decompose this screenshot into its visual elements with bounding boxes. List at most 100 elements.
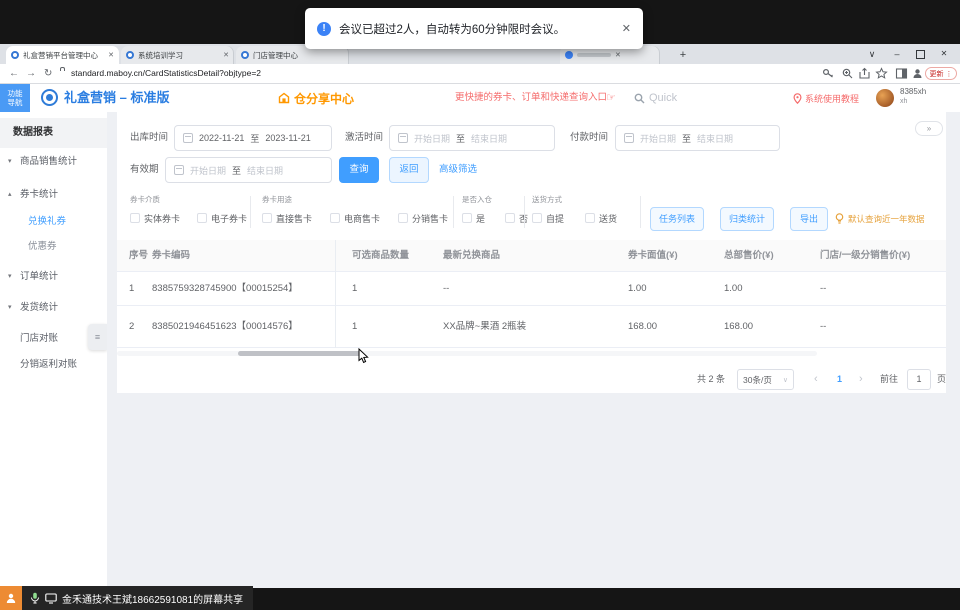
tab-close-icon[interactable] bbox=[108, 51, 114, 59]
sidebar-item-card-stats[interactable]: 券卡统计 bbox=[0, 183, 107, 207]
checkbox-ecommerce-sale[interactable]: 电商售卡 bbox=[330, 209, 380, 227]
fixed-column-divider bbox=[335, 240, 336, 348]
sidebar-item-order-stats[interactable]: 订单统计 bbox=[0, 265, 107, 289]
search-button[interactable]: 查询 bbox=[339, 157, 379, 183]
meeting-toast: 会议已超过2人，自动转为60分钟限时会议。 bbox=[305, 8, 643, 49]
toast-message: 会议已超过2人，自动转为60分钟限时会议。 bbox=[339, 23, 566, 36]
checkbox-delivery[interactable]: 送货 bbox=[585, 209, 617, 227]
checkbox-icon[interactable] bbox=[585, 213, 595, 223]
share-icon[interactable] bbox=[858, 67, 871, 80]
window-menu-icon[interactable] bbox=[864, 47, 880, 61]
bookmark-star-icon[interactable] bbox=[875, 67, 888, 80]
checkbox-icon[interactable] bbox=[130, 213, 140, 223]
browser-update-button[interactable]: 更新 bbox=[925, 67, 957, 80]
advanced-filter-link[interactable]: 高级筛选 bbox=[439, 157, 477, 183]
column-header: 可选商品数量 bbox=[352, 250, 410, 261]
tab-title: 门店管理中心 bbox=[253, 50, 298, 60]
horizontal-scrollbar-track[interactable] bbox=[117, 351, 817, 356]
browser-tab-2[interactable]: 系统培训学习 bbox=[121, 46, 234, 64]
browser-tab-1[interactable]: 礼盒营销平台管理中心 bbox=[6, 46, 119, 64]
filters-collapse-button[interactable] bbox=[915, 121, 943, 136]
table-row[interactable]: 1 8385759328745900【00015254】 1 -- 1.00 1… bbox=[117, 272, 946, 306]
checkbox-physical-card[interactable]: 实体券卡 bbox=[130, 209, 180, 227]
sidebar-collapse-handle[interactable] bbox=[88, 324, 107, 350]
tab-title: 礼盒营销平台管理中心 bbox=[23, 50, 98, 60]
goto-page-input[interactable]: 1 bbox=[907, 369, 931, 390]
next-page-button[interactable] bbox=[859, 368, 863, 390]
profile-icon[interactable] bbox=[911, 67, 924, 80]
date-start-placeholder[interactable]: 开始日期 bbox=[414, 132, 450, 145]
checkbox-label: 分销售卡 bbox=[412, 213, 449, 224]
back-icon[interactable] bbox=[9, 64, 19, 83]
split-screen-icon[interactable] bbox=[895, 67, 908, 80]
back-button[interactable]: 返回 bbox=[389, 157, 429, 183]
sidebar-item-delivery-stats[interactable]: 发货统计 bbox=[0, 296, 107, 320]
activation-date-range-input[interactable]: 开始日期 至 结束日期 bbox=[389, 125, 555, 151]
system-tutorial-link[interactable]: 系统使用教程 bbox=[793, 84, 859, 112]
current-page[interactable]: 1 bbox=[837, 368, 842, 390]
classify-stats-button[interactable]: 归类统计 bbox=[720, 207, 774, 231]
cell-card-code: 8385021946451623【00014576】 bbox=[152, 321, 298, 332]
divider bbox=[453, 196, 454, 228]
function-nav-toggle[interactable]: 功能 导航 bbox=[0, 84, 30, 112]
checkbox-distribution-sale[interactable]: 分销售卡 bbox=[398, 209, 448, 227]
checkbox-icon[interactable] bbox=[462, 213, 472, 223]
checkbox-electronic-card[interactable]: 电子券卡 bbox=[197, 209, 247, 227]
checkbox-icon[interactable] bbox=[398, 213, 408, 223]
sidebar-item-product-sales[interactable]: 商品销售统计 bbox=[0, 150, 107, 174]
warehouse-share-center-link[interactable]: 仓分享中心 bbox=[278, 84, 354, 112]
sidebar-item-rebate-reconcile[interactable]: 分销返利对账 bbox=[0, 353, 107, 377]
window-minimize-icon[interactable] bbox=[889, 47, 905, 61]
date-start-placeholder[interactable]: 开始日期 bbox=[190, 164, 226, 177]
user-avatar[interactable] bbox=[876, 89, 894, 107]
checkbox-inbound-yes[interactable]: 是 bbox=[462, 209, 485, 227]
window-restore-icon[interactable] bbox=[912, 47, 928, 61]
menu-icon bbox=[95, 332, 100, 342]
new-tab-button[interactable] bbox=[676, 48, 690, 62]
toast-close-icon[interactable] bbox=[622, 22, 631, 35]
checkbox-icon[interactable] bbox=[262, 213, 272, 223]
date-start-placeholder[interactable]: 开始日期 bbox=[640, 132, 676, 145]
calendar-icon bbox=[183, 133, 193, 143]
date-end-value[interactable]: 2023-11-21 bbox=[265, 133, 310, 143]
screen: 礼盒营销平台管理中心 系统培训学习 门店管理中心 standard.maboy. bbox=[0, 0, 960, 610]
pagination-total: 共 2 条 bbox=[697, 374, 726, 384]
caret-down-icon bbox=[8, 150, 12, 174]
table-row[interactable]: 2 8385021946451623【00014576】 1 XX品牌~果酒 2… bbox=[117, 306, 946, 348]
reload-icon[interactable] bbox=[44, 64, 52, 83]
checkbox-self-pickup[interactable]: 自提 bbox=[532, 209, 564, 227]
outbound-date-range-input[interactable]: 2022-11-21 至 2023-11-21 bbox=[174, 125, 332, 151]
sidebar-item-discount-coupon[interactable]: 优惠券 bbox=[0, 235, 107, 259]
table-header: 序号 券卡编码 可选商品数量 最新兑换商品 券卡面值(¥) 总部售价(¥) 门店… bbox=[117, 240, 946, 272]
sidebar-item-exchange-coupon[interactable]: 兑换礼券 bbox=[0, 210, 107, 234]
checkbox-icon[interactable] bbox=[197, 213, 207, 223]
page-size-select[interactable]: 30条/页 bbox=[737, 369, 794, 390]
key-icon[interactable] bbox=[822, 67, 835, 80]
prev-page-button[interactable] bbox=[814, 368, 818, 390]
validity-date-range-input[interactable]: 开始日期 至 结束日期 bbox=[165, 157, 332, 183]
date-start-value[interactable]: 2022-11-21 bbox=[199, 133, 244, 143]
content-panel: 出库时间 2022-11-21 至 2023-11-21 激活时间 开始日期 至… bbox=[117, 112, 946, 393]
export-button[interactable]: 导出 bbox=[790, 207, 828, 231]
checkbox-icon[interactable] bbox=[505, 213, 515, 223]
quick-search[interactable]: Quick bbox=[634, 84, 677, 112]
checkbox-icon[interactable] bbox=[330, 213, 340, 223]
forward-icon[interactable] bbox=[26, 64, 36, 83]
username: 8385xh xh bbox=[900, 87, 926, 106]
zoom-icon[interactable] bbox=[841, 67, 854, 80]
tab-close-icon[interactable] bbox=[223, 51, 229, 59]
task-list-button[interactable]: 任务列表 bbox=[650, 207, 704, 231]
window-close-icon[interactable] bbox=[936, 47, 952, 61]
date-end-placeholder[interactable]: 结束日期 bbox=[471, 132, 507, 145]
checkbox-direct-sale[interactable]: 直接售卡 bbox=[262, 209, 312, 227]
kebab-menu-icon[interactable] bbox=[946, 70, 953, 78]
date-end-placeholder[interactable]: 结束日期 bbox=[697, 132, 733, 145]
tab-title-obscured bbox=[577, 53, 611, 57]
date-end-placeholder[interactable]: 结束日期 bbox=[247, 164, 283, 177]
horizontal-scrollbar-thumb[interactable] bbox=[238, 351, 363, 356]
address-text[interactable]: standard.maboy.cn/CardStatisticsDetail?o… bbox=[71, 64, 261, 83]
nav-toggle-line2: 导航 bbox=[7, 98, 23, 108]
tab-close-icon[interactable] bbox=[615, 51, 621, 59]
payment-date-range-input[interactable]: 开始日期 至 结束日期 bbox=[615, 125, 780, 151]
checkbox-icon[interactable] bbox=[532, 213, 542, 223]
